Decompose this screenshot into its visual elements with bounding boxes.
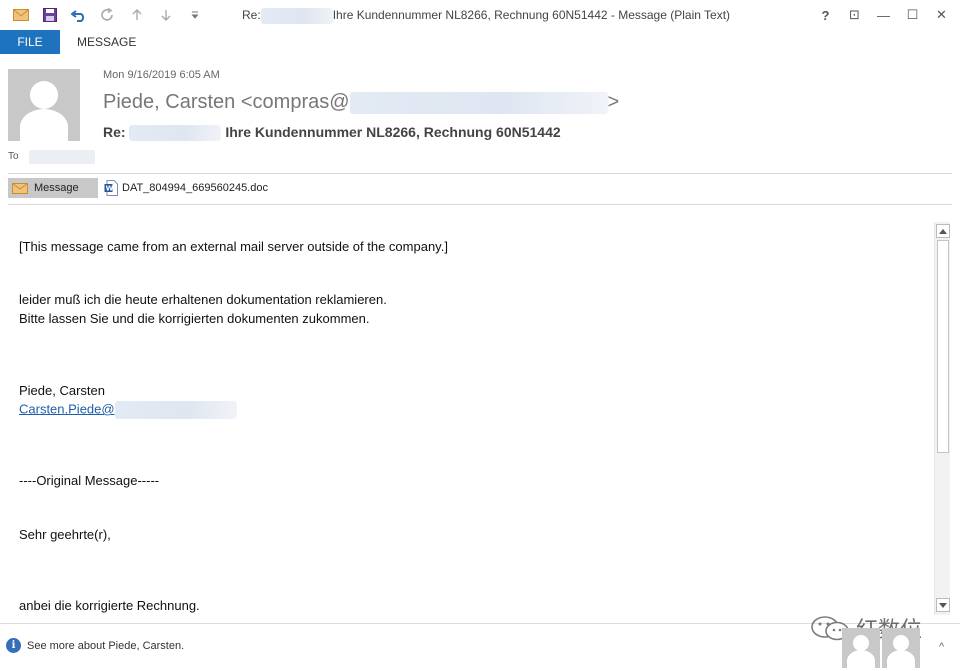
person-silhouette-icon [847,635,875,668]
message-tab-button[interactable]: Message [8,178,98,198]
redacted-recipient [29,150,95,164]
envelope-icon [12,182,28,194]
redacted-email-domain [114,401,237,419]
arrow-down-icon [939,602,947,608]
body-line: anbei die korrigierte Rechnung. [19,598,200,613]
vertical-scrollbar[interactable] [934,222,950,615]
customize-toolbar-icon[interactable] [180,5,209,25]
sender-email-link[interactable]: Carsten.Piede@ [19,401,115,416]
info-icon: i [6,638,21,653]
message-body: [This message came from an external mail… [8,222,934,615]
window-controls: ? ⊡ — ☐ ✕ [811,4,956,26]
message-subject: Re: Ihre Kundennummer NL8266, Rechnung 6… [103,124,561,142]
redacted-sender-address [349,91,608,114]
sender-name[interactable]: Piede, Carsten <compras@ [103,91,350,113]
word-document-icon: W [104,180,118,196]
contact-photo[interactable] [882,628,920,668]
people-pane-info[interactable]: i See more about Piede, Carsten. [6,638,184,653]
attachment-bar: Message W DAT_804994_669560245.doc [8,178,268,198]
sender-avatar [8,69,80,141]
body-line: [This message came from an external mail… [19,239,448,254]
subject-prefix: Re: [103,124,126,140]
attachment-filename: DAT_804994_669560245.doc [122,182,268,194]
title-prefix: Re: [242,8,261,23]
title-bar: Re: Ihre Kundennummer NL8266, Rechnung 60… [0,0,960,30]
to-label: To [8,151,19,162]
received-date: Mon 9/16/2019 6:05 AM [103,69,220,81]
sender-line: Piede, Carsten <compras@ > [103,91,619,114]
undo-icon[interactable] [64,5,93,25]
title-suffix: Ihre Kundennummer NL8266, Rechnung 60N51… [332,8,731,23]
ribbon-display-options-button[interactable]: ⊡ [840,4,869,26]
arrow-up-icon [939,228,947,234]
people-pane-expand-button[interactable]: ^ [939,641,944,653]
quick-access-toolbar [6,5,209,25]
person-silhouette-icon [887,635,915,668]
minimize-button[interactable]: — [869,4,898,26]
body-line: ----Original Message----- [19,473,160,488]
redo-icon[interactable] [93,5,122,25]
people-pane-text: See more about Piede, Carsten. [27,639,185,652]
email-link-line: Carsten.Piede@ [19,401,237,419]
outlook-envelope-icon[interactable] [6,5,35,25]
help-button[interactable]: ? [811,4,840,26]
body-line: leider muß ich die heute erhaltenen doku… [19,292,387,307]
body-line: Sehr geehrte(r), [19,527,111,542]
body-line: Piede, Carsten [19,383,105,398]
next-item-icon[interactable] [151,5,180,25]
contact-photo[interactable] [842,628,880,668]
maximize-button[interactable]: ☐ [898,4,927,26]
window-title: Re: Ihre Kundennummer NL8266, Rechnung 60… [242,8,730,24]
ribbon-tabs: FILE MESSAGE [0,30,960,54]
tab-message[interactable]: MESSAGE [77,35,136,49]
people-pane-photos [842,628,922,668]
redacted-subject-segment [129,125,222,142]
message-tab-label: Message [34,182,79,194]
divider [8,173,952,174]
svg-text:W: W [106,185,114,193]
save-icon[interactable] [35,5,64,25]
attachment-item[interactable]: W DAT_804994_669560245.doc [104,180,268,196]
subject-text: Ihre Kundennummer NL8266, Rechnung 60N51… [225,124,561,140]
divider [8,204,952,205]
scroll-down-button[interactable] [936,598,950,612]
person-silhouette-icon [20,81,68,141]
scroll-up-button[interactable] [936,224,950,238]
sender-address-end: > [607,91,620,113]
scrollbar-thumb[interactable] [937,240,949,453]
previous-item-icon[interactable] [122,5,151,25]
tab-file[interactable]: FILE [0,30,60,54]
redacted-title-segment [260,8,333,24]
body-line: Bitte lassen Sie und die korrigierten do… [19,311,370,326]
close-button[interactable]: ✕ [927,4,956,26]
